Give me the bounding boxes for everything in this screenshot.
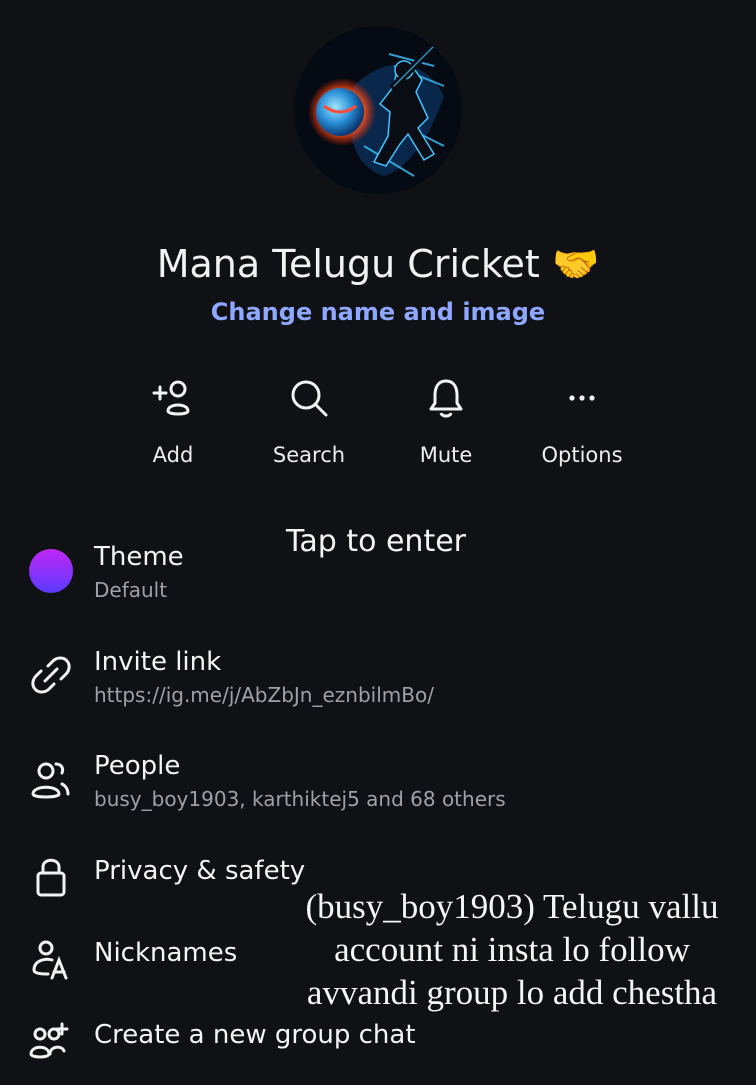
menu-item-create-group-chat[interactable]: Create a new group chat [0, 1016, 756, 1066]
privacy-safety-title: Privacy & safety [94, 856, 306, 886]
theme-title: Theme [94, 542, 184, 572]
group-name: Mana Telugu Cricket 🤝 [0, 242, 756, 287]
link-icon [31, 656, 71, 694]
theme-color-swatch [29, 549, 73, 593]
search-label: Search [272, 443, 346, 467]
change-name-image-link[interactable]: Change name and image [0, 298, 756, 326]
cricket-batsman-image [294, 26, 462, 194]
nicknames-title: Nicknames [94, 938, 238, 968]
add-person-icon [152, 380, 190, 416]
invite-link-title: Invite link [94, 647, 222, 677]
menu-item-invite-link[interactable]: Invite link https://ig.me/j/AbZbJn_eznbi… [0, 640, 756, 710]
people-subtitle: busy_boy1903, karthiktej5 and 68 others [94, 787, 506, 811]
more-dots-icon [569, 395, 595, 401]
action-bar: Add Search Mute Options [0, 375, 756, 485]
people-title: People [94, 751, 181, 781]
theme-subtitle: Default [94, 578, 168, 602]
options-button[interactable]: Options [512, 375, 652, 467]
bell-icon [429, 379, 463, 418]
menu-item-people[interactable]: People busy_boy1903, karthiktej5 and 68 … [0, 744, 756, 814]
mute-label: Mute [419, 443, 473, 467]
add-label: Add [152, 443, 194, 467]
create-group-icon [29, 1022, 69, 1059]
group-name-text: Mana Telugu Cricket [156, 242, 540, 286]
create-group-chat-title: Create a new group chat [94, 1020, 416, 1050]
tap-to-enter-text: Tap to enter [286, 524, 466, 559]
overlay-note-text: (busy_boy1903) Telugu vallu account ni i… [305, 887, 719, 1012]
mute-button[interactable]: Mute [376, 375, 516, 467]
handshake-emoji: 🤝 [551, 242, 600, 286]
lock-icon [36, 858, 66, 897]
search-icon [291, 380, 328, 417]
add-button[interactable]: Add [103, 375, 243, 467]
invite-link-url: https://ig.me/j/AbZbJn_eznbilmBo/ [94, 683, 434, 707]
people-icon [31, 762, 70, 799]
search-button[interactable]: Search [239, 375, 379, 467]
options-label: Options [541, 443, 623, 467]
nickname-icon [32, 940, 68, 980]
group-avatar[interactable] [294, 26, 462, 194]
